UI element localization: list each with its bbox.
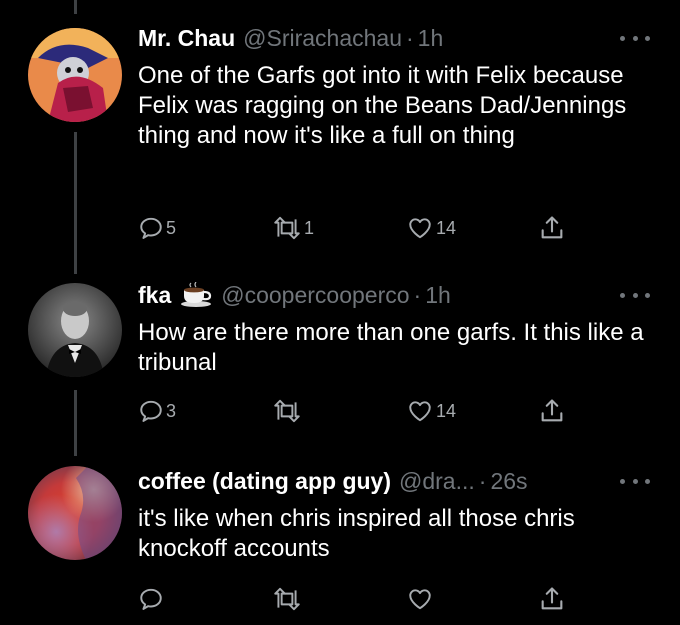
reply-icon xyxy=(140,588,162,610)
like-button[interactable] xyxy=(406,584,436,614)
avatar-coffee[interactable] xyxy=(28,466,122,560)
reply-button[interactable] xyxy=(138,584,166,614)
retweet-icon xyxy=(274,587,300,611)
share-icon xyxy=(541,587,563,610)
separator-dot: · xyxy=(478,468,487,494)
user-handle[interactable]: @dra... xyxy=(399,465,475,497)
tweet-text: it's like when chris inspired all those … xyxy=(138,505,575,562)
heart-icon xyxy=(409,589,431,610)
more-options-icon[interactable] xyxy=(620,465,650,497)
tweet-3[interactable]: coffee (dating app guy) @dra... · 26s it… xyxy=(0,0,680,625)
retweet-button[interactable] xyxy=(272,584,304,614)
timestamp[interactable]: 26s xyxy=(490,465,527,497)
display-name[interactable]: coffee (dating app guy) xyxy=(138,465,391,497)
tweet-header: coffee (dating app guy) @dra... · 26s xyxy=(138,465,650,497)
tweet-actions xyxy=(138,584,578,614)
share-button[interactable] xyxy=(538,584,566,614)
blurred-avatar-icon xyxy=(28,466,122,560)
